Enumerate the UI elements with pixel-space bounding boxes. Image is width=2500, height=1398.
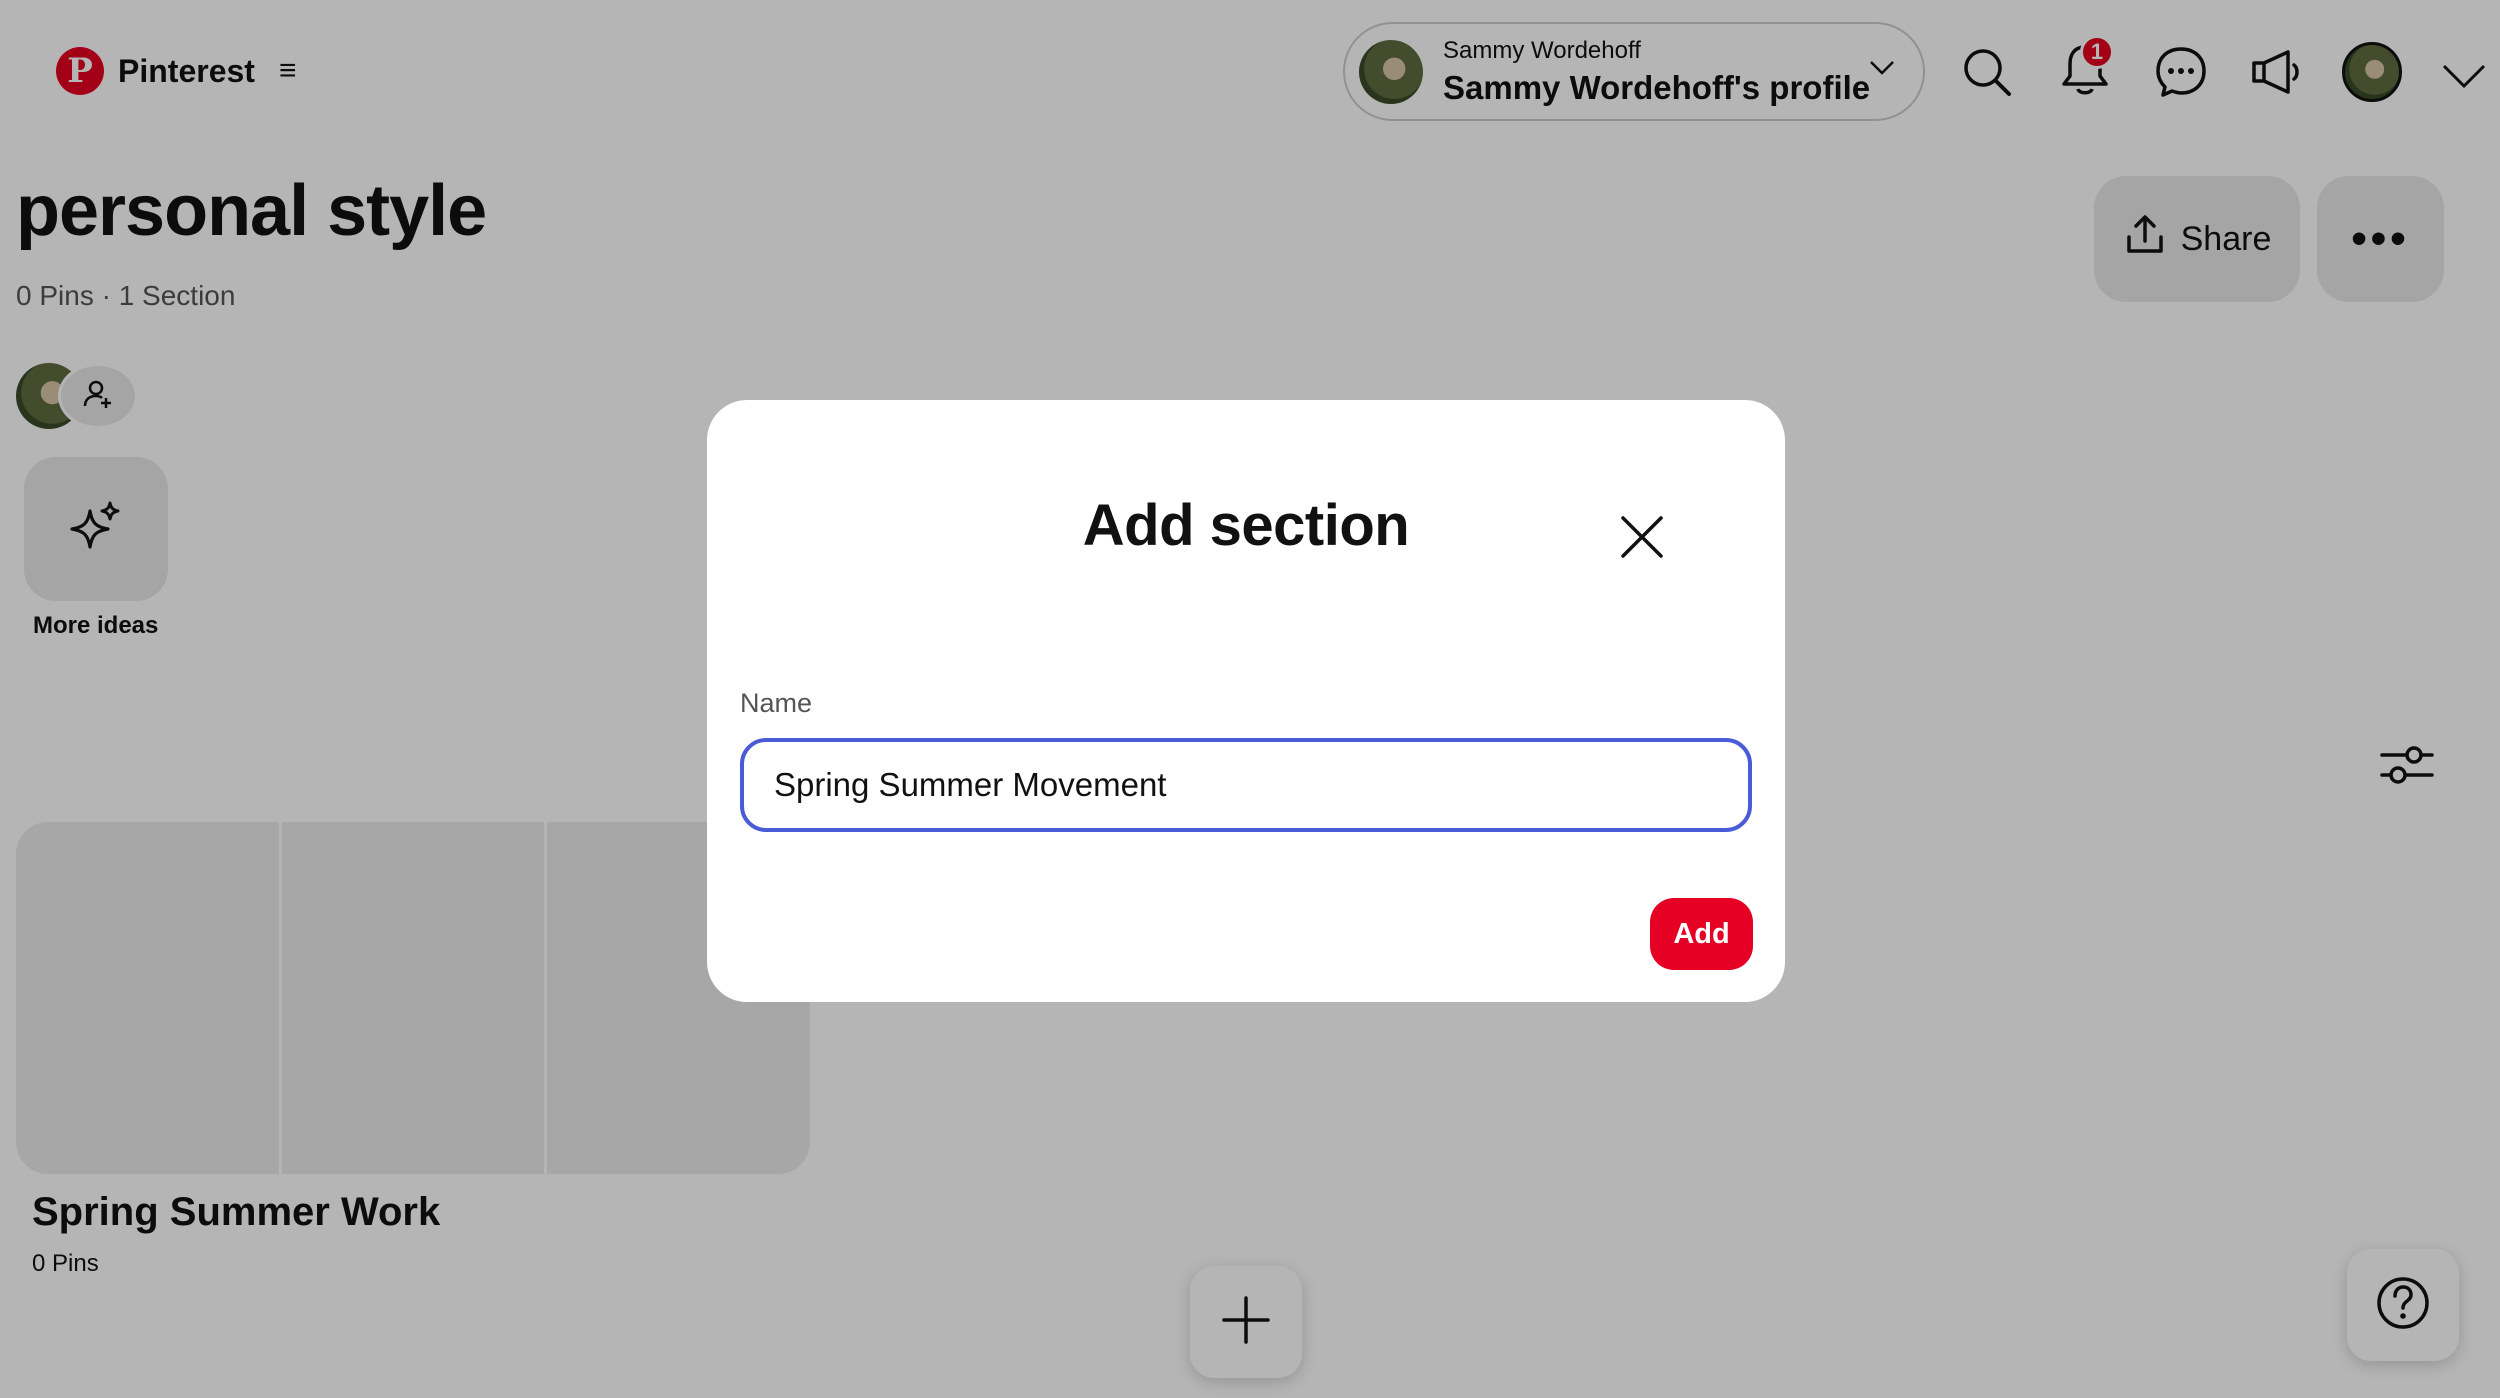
name-field-label: Name — [740, 688, 813, 718]
close-icon[interactable] — [1613, 508, 1671, 566]
add-button[interactable]: Add — [1650, 898, 1753, 970]
section-name-input[interactable] — [740, 738, 1752, 832]
add-section-dialog: Add section Name Add — [707, 400, 1785, 1002]
